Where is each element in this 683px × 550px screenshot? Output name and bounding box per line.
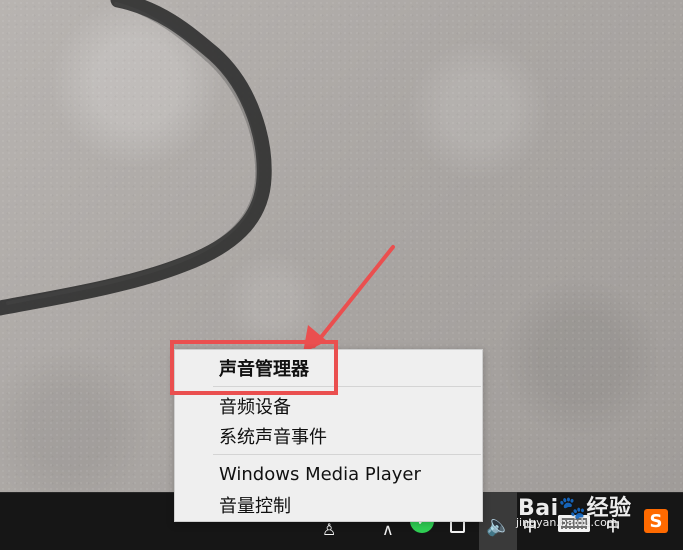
menu-item-audio-devices[interactable]: 音频设备 [175,391,482,421]
menu-separator [213,454,481,455]
pen-loop-stroke [0,0,272,316]
menu-separator [213,386,481,387]
speaker-icon[interactable]: 🔈 [486,515,511,535]
menu-item-system-sound-events[interactable]: 系统声音事件 [175,421,482,451]
ime-icon[interactable]: 中 [523,520,537,534]
desktop-screen: ♙ ∧ ✓ 🔈 中 中 Bai🐾经验 jingyan.baidu.com S 声… [0,0,683,550]
person-icon[interactable]: ♙ [322,522,336,538]
menu-item-volume-control[interactable]: 音量控制 [175,490,482,520]
context-menu: 声音管理器 音频设备 系统声音事件 Windows Media Player 音… [174,349,483,522]
ime-secondary-icon[interactable]: 中 [606,520,620,534]
annotation-arrow-shaft [312,245,395,348]
keyboard-icon[interactable] [558,515,590,532]
network-icon[interactable]: ∧ [382,522,394,538]
sogou-logo-icon[interactable]: S [644,509,668,533]
menu-item-sound-manager[interactable]: 声音管理器 [175,350,482,386]
menu-item-windows-media-player[interactable]: Windows Media Player [175,459,482,489]
pen-loop-stroke-inner [6,2,260,305]
